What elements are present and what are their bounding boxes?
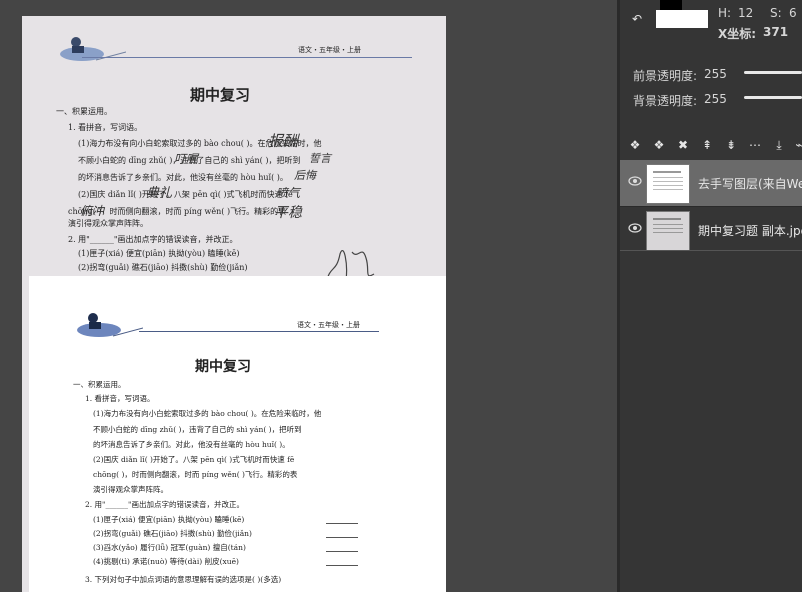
answer-line xyxy=(326,551,358,552)
header-rule xyxy=(82,57,412,58)
link-icon[interactable]: ⌁ xyxy=(792,138,802,152)
x-coord-value: 371 xyxy=(763,25,789,39)
handwriting-dian-li: 典礼 xyxy=(146,186,173,201)
question-2: 2. 用"______"画出加点字的错误读音，并改正。 xyxy=(85,500,244,509)
q1-2-line-b: chōng( )，时而侧向翻滚，时而 píng wěn( )飞行。精彩的表 xyxy=(93,470,298,479)
q2-row-1: (1)匣子(xiá) 便宜(piān) 执拗(yòu) 瞌睡(kē) xyxy=(78,249,240,258)
handwriting-bao-chou: 报酬 xyxy=(268,132,299,150)
q2-row-2: (2)拐弯(guǎi) 礁石(jiāo) 抖擞(shù) 勤俭(jiǎn) xyxy=(78,263,248,272)
question-2: 2. 用"______"画出加点字的错误读音，并改正。 xyxy=(68,235,238,244)
eye-icon[interactable] xyxy=(628,176,642,186)
layer-down-icon[interactable]: ⇟ xyxy=(724,138,738,152)
handwriting-hou-hui: 后悔 xyxy=(294,169,316,182)
eye-icon[interactable] xyxy=(628,223,642,233)
q1-1-line-a: (1)海力布没有向小白蛇索取过多的 bào chou( )。在危险来临时，他 xyxy=(93,409,322,418)
s-value: 6 xyxy=(789,6,797,20)
foreground-opacity-slider[interactable] xyxy=(744,71,802,74)
more-icon[interactable]: ⋯ xyxy=(748,138,762,152)
layer-up-icon[interactable]: ⇞ xyxy=(700,138,714,152)
q2-row-4: (4)挑剔(tì) 承诺(nuò) 等待(dài) 削皮(xuē) xyxy=(93,557,239,566)
q1-1-line-c: 的坏消息告诉了乡亲们。对此，他没有丝毫的 hòu huǐ( )。 xyxy=(78,173,288,182)
q1-2-line-a: (2)国庆 diǎn lǐ( )开始了。八架 pēn qì( )式飞机时而快速 … xyxy=(93,455,295,464)
layer-name: 去手写图层(来自We xyxy=(698,177,802,191)
x-coord-label: X坐标: xyxy=(718,27,757,41)
properties-panel xyxy=(620,0,802,592)
layer-item-original[interactable]: 期中复习题 副本.jpg xyxy=(620,207,802,253)
question-3: 3. 下列对句子中加点词语的意思理解有误的选项是( )(多选) xyxy=(85,575,282,584)
layer-name: 期中复习题 副本.jpg xyxy=(698,224,802,238)
section-label: 一、积累运用。 xyxy=(73,380,126,389)
q2-row-1: (1)匣子(xiá) 便宜(piān) 执拗(yòu) 瞌睡(kē) xyxy=(93,515,245,524)
foreground-color-swatch[interactable] xyxy=(660,0,682,10)
layer-separator xyxy=(620,250,802,251)
q2-row-3: (3)舀水(yǎo) 履行(lǚ) 冠军(guàn) 擅自(tán) xyxy=(93,543,246,552)
handwriting-chong: 俯冲 xyxy=(80,204,105,218)
layer-delete-icon[interactable]: ✖ xyxy=(676,138,690,152)
foreground-opacity-label: 前景透明度: xyxy=(633,69,698,83)
answer-line xyxy=(326,537,358,538)
h-label: H: xyxy=(718,6,732,20)
foreground-opacity-value: 255 xyxy=(704,67,727,81)
question-1: 1. 看拼音，写词语。 xyxy=(85,394,155,403)
undo-icon[interactable]: ↶ xyxy=(630,12,644,26)
doc-title: 期中复习 xyxy=(195,359,251,375)
layer-add-icon[interactable]: ❖ xyxy=(628,138,642,152)
q1-1-line-b: 不顾小白蛇的 dīng zhǔ( )，违背了自己的 shì yán( )，把听到 xyxy=(93,425,302,434)
handwriting-shi-yan: 誓言 xyxy=(309,152,331,165)
layer-copy-icon[interactable]: ❖ xyxy=(652,138,666,152)
layer-item-cleaned[interactable]: 去手写图层(来自We xyxy=(620,160,802,206)
download-icon[interactable]: ⤓ xyxy=(772,138,786,152)
answer-line xyxy=(326,565,358,566)
q1-2-line-c: 演引得观众掌声阵阵。 xyxy=(68,219,148,228)
h-value: 12 xyxy=(738,6,754,20)
background-opacity-slider[interactable] xyxy=(744,96,802,99)
q2-row-2: (2)拐弯(guǎi) 礁石(jiāo) 抖擞(shù) 勤俭(jiǎn) xyxy=(93,529,252,538)
handwriting-ping-wen: 平稳 xyxy=(274,205,302,221)
background-opacity-value: 255 xyxy=(704,92,727,106)
handwriting-ding-zhu: 叮嘱 xyxy=(174,152,199,166)
section-label: 一、积累运用。 xyxy=(56,107,112,116)
question-1: 1. 看拼音，写词语。 xyxy=(68,123,143,132)
q1-1-line-c: 的坏消息告诉了乡亲们。对此，他没有丝毫的 hòu huǐ( )。 xyxy=(93,440,290,449)
layer-thumbnail xyxy=(646,164,690,204)
handwriting-pen-qi: 喷气 xyxy=(276,186,301,200)
doc-title: 期中复习 xyxy=(190,86,251,104)
cleaned-layer-preview: 语文・五年级・上册 期中复习 一、积累运用。 1. 看拼音，写词语。 (1)海力… xyxy=(29,276,446,592)
doc-header: 语文・五年级・上册 xyxy=(298,46,361,54)
background-color-swatch[interactable] xyxy=(656,10,708,28)
header-rule xyxy=(139,331,379,332)
s-label: S: xyxy=(770,6,782,20)
q1-2-line-c: 演引得观众掌声阵阵。 xyxy=(93,485,168,494)
q1-2-line-a: (2)国庆 diǎn lǐ( )开始了。八架 pēn qì( )式飞机时而快速 … xyxy=(78,190,293,199)
image-canvas[interactable]: 语文・五年级・上册 期中复习 一、积累运用。 1. 看拼音，写词语。 (1)海力… xyxy=(0,0,617,592)
answer-line xyxy=(326,523,358,524)
doc-header: 语文・五年级・上册 xyxy=(297,321,360,329)
background-opacity-label: 背景透明度: xyxy=(633,94,698,108)
layer-thumbnail xyxy=(646,211,690,251)
